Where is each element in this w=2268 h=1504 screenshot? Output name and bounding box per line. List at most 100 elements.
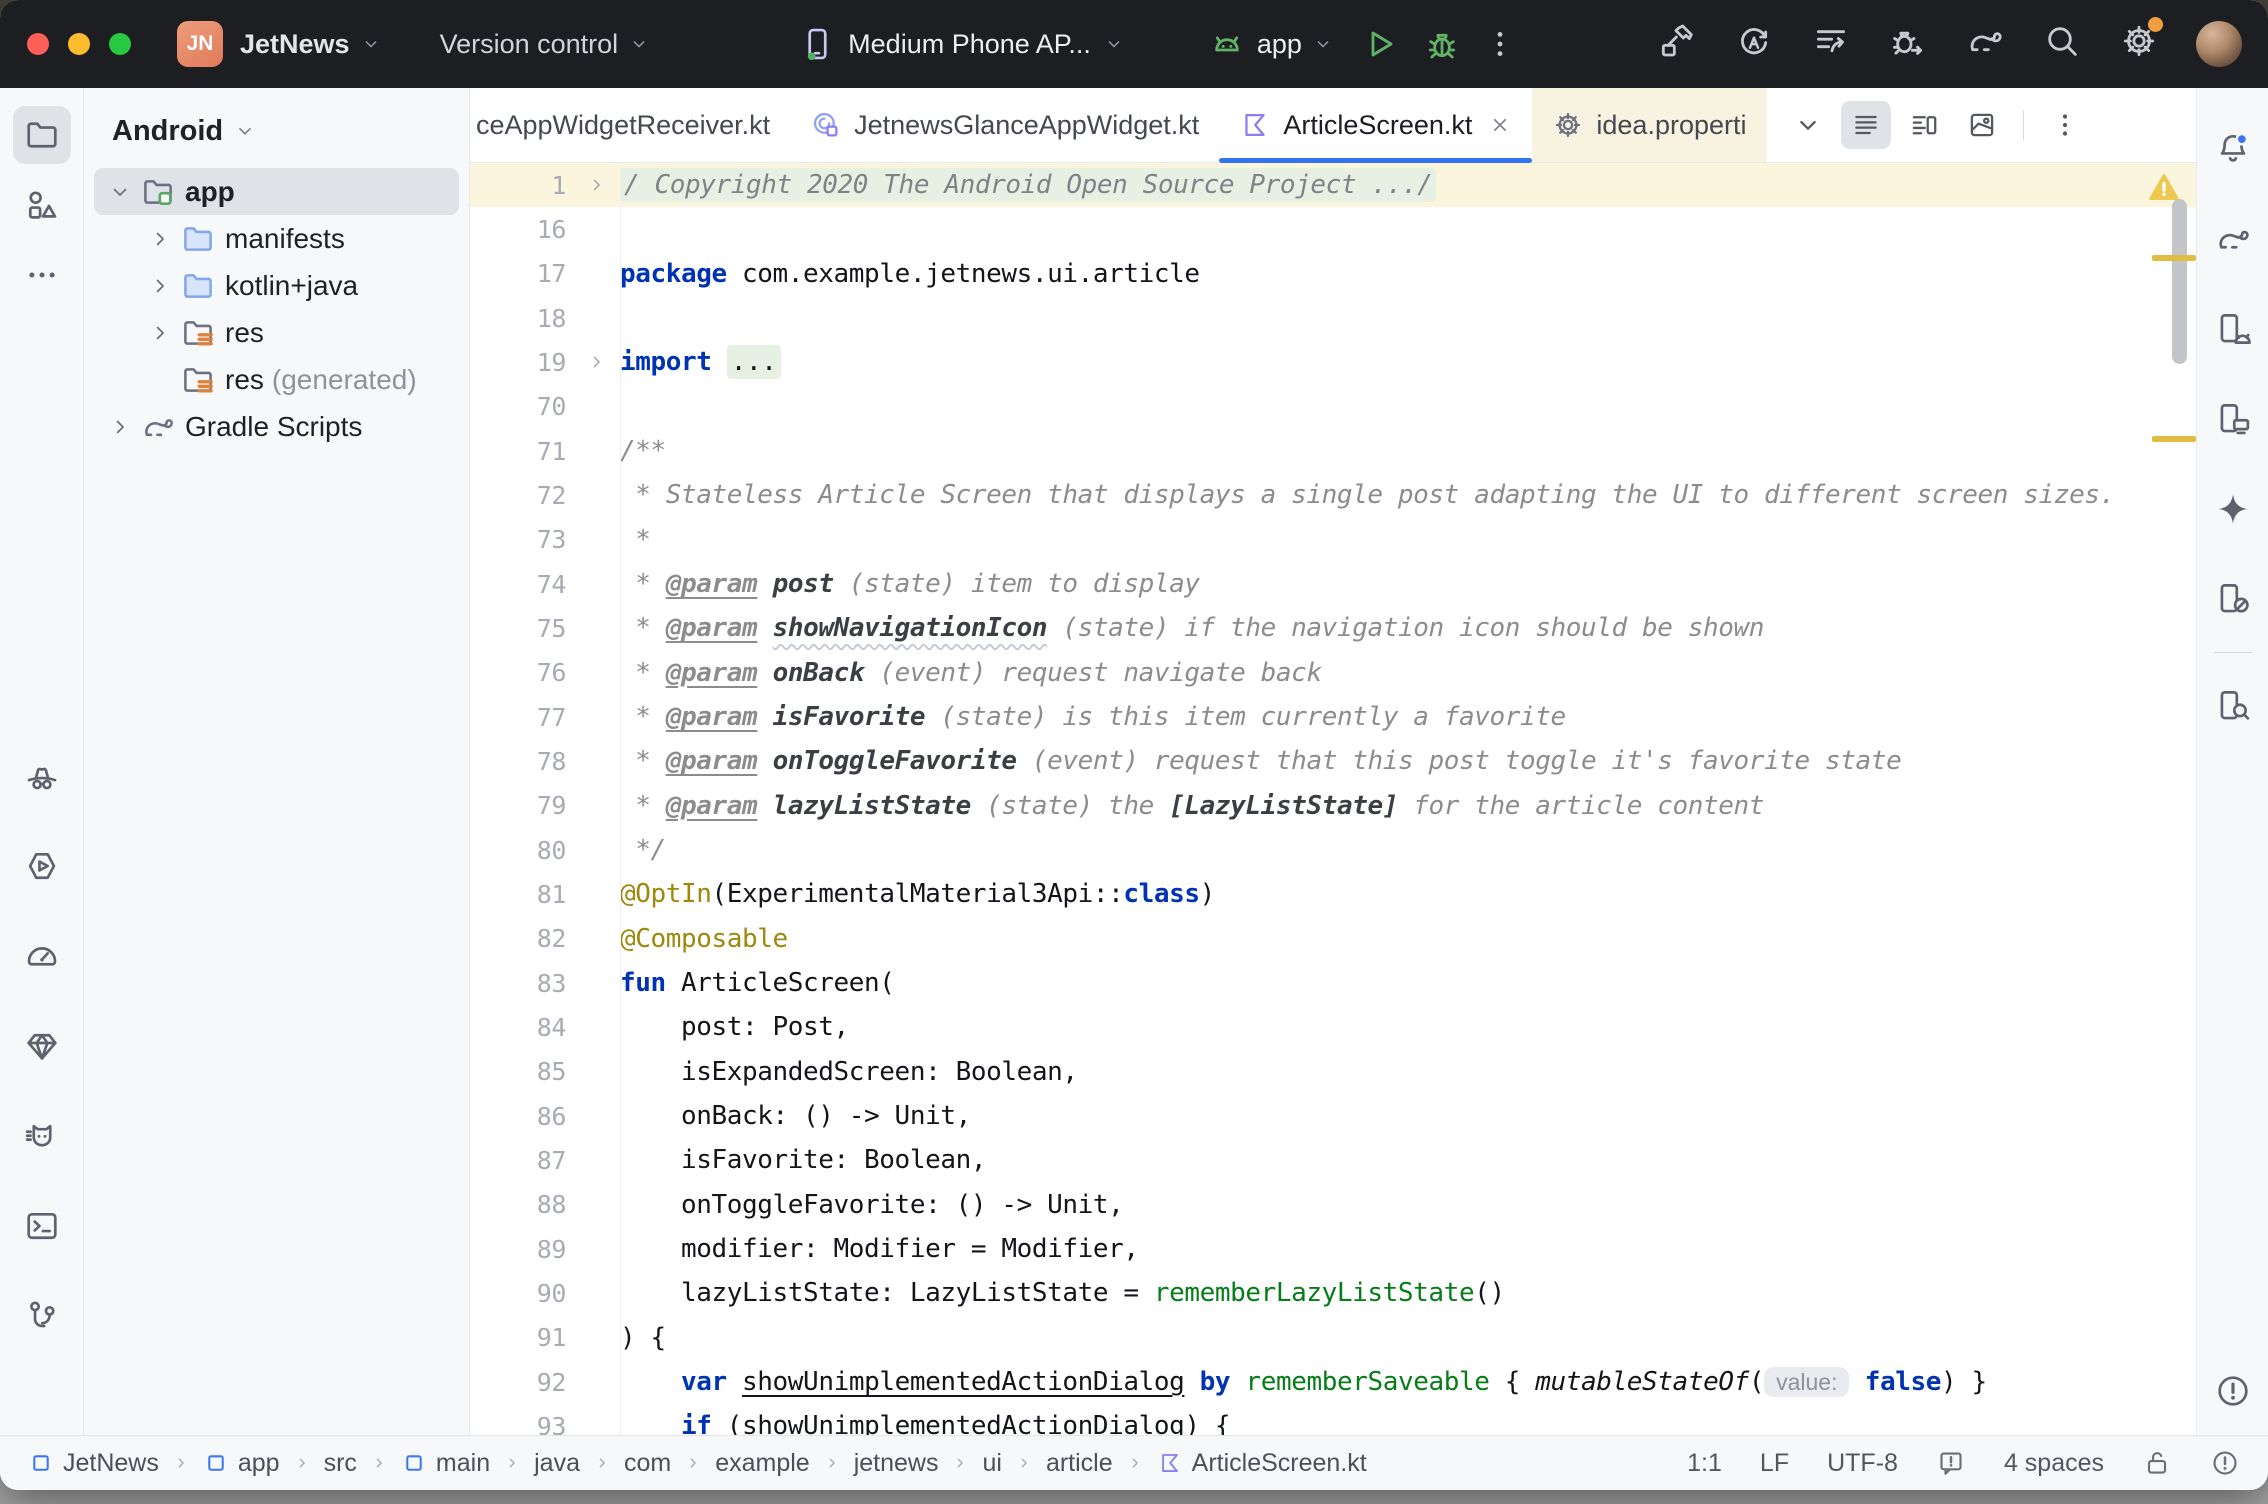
tool-window-button-notifications-bell[interactable]	[2211, 127, 2255, 171]
tool-window-button-device-manager[interactable]	[2211, 307, 2255, 351]
error-indicator-widget[interactable]	[2210, 1448, 2240, 1478]
tool-window-button-running-devices[interactable]	[2211, 397, 2255, 441]
inspection-warning-icon[interactable]	[2146, 169, 2182, 205]
tool-window-button-logcat-cat[interactable]	[13, 1107, 71, 1165]
tool-window-button-incognito[interactable]	[13, 747, 71, 805]
line-number[interactable]: 70	[470, 392, 574, 421]
code-line-84[interactable]: 84 post: Post,	[470, 1005, 2196, 1049]
tool-window-button-gemini-sparkle[interactable]	[2211, 487, 2255, 531]
file-encoding-widget[interactable]: UTF-8	[1827, 1449, 1898, 1478]
code-line-18[interactable]: 18	[470, 296, 2196, 340]
more-vertical-button[interactable]	[2040, 101, 2090, 149]
editor-tab-jetnewsglanceappwidget-kt[interactable]: JetnewsGlanceAppWidget.kt	[790, 88, 1219, 162]
debug-button[interactable]	[1418, 20, 1466, 68]
breadcrumb-item-jetnews[interactable]: jetnews	[854, 1449, 939, 1478]
line-number[interactable]: 88	[470, 1190, 574, 1219]
line-number[interactable]: 78	[470, 747, 574, 776]
tool-window-button-device-mirroring[interactable]	[2211, 577, 2255, 621]
tool-window-button-version-control-branch[interactable]	[13, 1287, 71, 1345]
line-number[interactable]: 73	[470, 525, 574, 554]
code-line-70[interactable]: 70	[470, 385, 2196, 429]
tool-window-button-premium-diamond[interactable]	[13, 1017, 71, 1075]
line-number[interactable]: 71	[470, 437, 574, 466]
code-line-78[interactable]: 78 * @param onToggleFavorite (event) req…	[470, 739, 2196, 783]
line-number[interactable]: 18	[470, 304, 574, 333]
code-line-92[interactable]: 92 var showUnimplementedActionDialog by …	[470, 1360, 2196, 1404]
fullscreen-window-button[interactable]	[109, 33, 131, 55]
editor-tab-ceappwidgetreceiver-kt[interactable]: ceAppWidgetReceiver.kt	[470, 88, 790, 162]
line-number[interactable]: 16	[470, 215, 574, 244]
apply-changes-button[interactable]	[1734, 21, 1774, 68]
breadcrumb-item-article[interactable]: article	[1046, 1449, 1113, 1478]
line-number[interactable]: 79	[470, 791, 574, 820]
chevron-right-icon[interactable]	[142, 273, 178, 299]
code-line-89[interactable]: 89 modifier: Modifier = Modifier,	[470, 1227, 2196, 1271]
tree-item-gradle-scripts[interactable]: Gradle Scripts	[94, 403, 459, 450]
split-view-button[interactable]	[1899, 101, 1949, 149]
close-window-button[interactable]	[27, 33, 49, 55]
tree-item-kotlin-java[interactable]: kotlin+java	[94, 262, 459, 309]
chevron-down-icon[interactable]	[102, 179, 138, 205]
editor-tab-articlescreen-kt[interactable]: ArticleScreen.kt	[1219, 88, 1532, 162]
line-number[interactable]: 92	[470, 1368, 574, 1397]
tool-window-button-problems[interactable]	[2211, 1369, 2255, 1413]
code-line-73[interactable]: 73 *	[470, 518, 2196, 562]
breadcrumb-item-main[interactable]: main	[401, 1449, 490, 1478]
code-line-19[interactable]: 19import ...	[470, 340, 2196, 384]
code-line-87[interactable]: 87 isFavorite: Boolean,	[470, 1138, 2196, 1182]
tool-window-button-hexagon-play[interactable]	[13, 837, 71, 895]
line-number[interactable]: 85	[470, 1057, 574, 1086]
indent-setting-widget[interactable]: 4 spaces	[2004, 1449, 2104, 1478]
line-number[interactable]: 89	[470, 1235, 574, 1264]
tree-item-res[interactable]: res(generated)	[94, 356, 459, 403]
code-line-82[interactable]: 82@Composable	[470, 917, 2196, 961]
breadcrumb-item-example[interactable]: example	[715, 1449, 810, 1478]
search-everywhere-button[interactable]	[2042, 21, 2082, 68]
settings-button[interactable]	[2119, 21, 2159, 68]
user-avatar[interactable]	[2196, 21, 2242, 67]
device-selector[interactable]: Medium Phone AP...	[798, 25, 1125, 63]
tree-item-app[interactable]: app	[94, 168, 459, 215]
version-control-menu[interactable]: Version control	[440, 29, 651, 60]
fold-chevron-icon[interactable]	[574, 352, 620, 372]
code-line-86[interactable]: 86 onBack: () -> Unit,	[470, 1094, 2196, 1138]
code-line-72[interactable]: 72 * Stateless Article Screen that displ…	[470, 473, 2196, 517]
minimize-window-button[interactable]	[68, 33, 90, 55]
chevron-right-icon[interactable]	[142, 320, 178, 346]
fold-chevron-icon[interactable]	[574, 175, 620, 195]
hidden-tabs-button[interactable]	[1783, 101, 1833, 149]
warning-stripe-mark[interactable]	[2152, 255, 2196, 261]
image-view-button[interactable]	[1957, 101, 2007, 149]
code-line-85[interactable]: 85 isExpandedScreen: Boolean,	[470, 1050, 2196, 1094]
line-separator-widget[interactable]: LF	[1760, 1449, 1789, 1478]
editor-tab-idea-properti[interactable]: idea.properti	[1532, 88, 1766, 162]
code-line-93[interactable]: 93 if (showUnimplementedActionDialog) {	[470, 1404, 2196, 1435]
line-number[interactable]: 74	[470, 570, 574, 599]
line-number[interactable]: 83	[470, 969, 574, 998]
tool-window-button-terminal[interactable]	[13, 1197, 71, 1255]
profiler-button[interactable]	[1811, 21, 1851, 68]
code-line-74[interactable]: 74 * @param post (state) item to display	[470, 562, 2196, 606]
tool-window-button-device-explorer[interactable]	[2211, 684, 2255, 728]
tool-window-button-resource-manager[interactable]	[13, 176, 71, 234]
project-menu[interactable]: JetNews	[240, 29, 382, 60]
breadcrumb-item-com[interactable]: com	[624, 1449, 671, 1478]
tool-window-button-profiler-gauge[interactable]	[13, 927, 71, 985]
close-tab-icon[interactable]	[1488, 113, 1512, 137]
warning-stripe-mark[interactable]	[2152, 436, 2196, 442]
run-configuration-selector[interactable]: app	[1207, 24, 1334, 64]
line-number[interactable]: 76	[470, 658, 574, 687]
line-number[interactable]: 82	[470, 924, 574, 953]
tree-item-res[interactable]: res	[94, 309, 459, 356]
build-hammer-button[interactable]	[1657, 21, 1697, 68]
project-view-selector[interactable]: Android	[84, 102, 469, 160]
readonly-toggle-widget[interactable]	[2142, 1448, 2172, 1478]
breadcrumb-item-ui[interactable]: ui	[982, 1449, 1001, 1478]
code-editor[interactable]: 1/ Copyright 2020 The Android Open Sourc…	[470, 163, 2196, 1435]
breadcrumb-item-app[interactable]: app	[203, 1449, 280, 1478]
code-line-88[interactable]: 88 onToggleFavorite: () -> Unit,	[470, 1183, 2196, 1227]
line-number[interactable]: 1	[470, 171, 574, 200]
breadcrumb-item-jetnews[interactable]: JetNews	[28, 1449, 159, 1478]
code-line-75[interactable]: 75 * @param showNavigationIcon (state) i…	[470, 606, 2196, 650]
run-button[interactable]	[1356, 20, 1404, 68]
